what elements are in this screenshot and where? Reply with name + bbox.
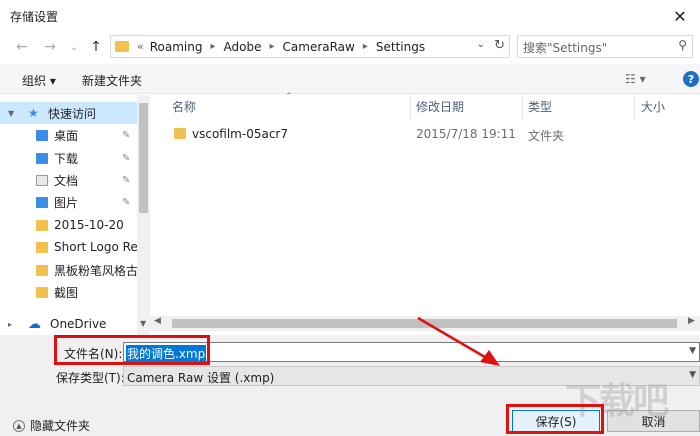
- sidebar-item-desktop[interactable]: 桌面 ✎: [0, 124, 137, 146]
- search-placeholder: 搜索"Settings": [523, 41, 608, 55]
- pin-icon: ✎: [122, 174, 131, 186]
- column-divider[interactable]: [410, 95, 411, 119]
- forward-button[interactable]: →: [40, 38, 60, 56]
- chevron-down-icon[interactable]: ▼: [689, 370, 696, 380]
- sidebar-item-label: 截图: [54, 285, 79, 300]
- title-bar: 存储设置 ✕: [0, 0, 700, 32]
- file-modified: 2015/7/18 19:11: [416, 127, 516, 141]
- sidebar-item-label: Short Logo Rev: [54, 240, 137, 254]
- folder-icon: [36, 241, 48, 253]
- folder-icon: [36, 219, 48, 231]
- sidebar-item-folder[interactable]: Short Logo Rev: [0, 236, 137, 258]
- sidebar-item-documents[interactable]: 文档 ✎: [0, 169, 137, 191]
- chevron-down-icon[interactable]: ▼: [8, 109, 14, 118]
- sidebar-item-label: 文档: [54, 173, 79, 188]
- chevron-down-icon[interactable]: ⌄: [477, 39, 485, 50]
- sidebar-item-folder[interactable]: 2015-10-20: [0, 214, 137, 236]
- star-icon: ★: [28, 106, 39, 120]
- sidebar-item-folder[interactable]: 黑板粉笔风格古诗: [0, 259, 137, 281]
- chevron-right-icon[interactable]: ▸: [210, 41, 215, 52]
- sidebar-item-label: 黑板粉笔风格古诗: [54, 263, 137, 278]
- sidebar-item-quick-access[interactable]: ▼ ★ 快速访问: [0, 102, 137, 124]
- scroll-down-arrow[interactable]: ▼: [140, 319, 146, 328]
- sidebar-item-label: 桌面: [54, 128, 79, 143]
- search-input[interactable]: 搜索"Settings" ⚲: [517, 35, 693, 58]
- hide-folders-toggle[interactable]: ▲ 隐藏文件夹: [13, 417, 90, 434]
- address-bar[interactable]: « Roaming ▸ Adobe ▸ CameraRaw ▸ Settings…: [110, 35, 510, 58]
- folder-icon: [36, 286, 48, 298]
- breadcrumb-cameraraw[interactable]: CameraRaw: [283, 40, 355, 54]
- chevron-down-icon[interactable]: ▼: [689, 346, 696, 356]
- file-list: ⌃ 名称 修改日期 类型 大小 vscofilm-05acr7 2015/7/1…: [150, 92, 700, 335]
- document-icon: [36, 174, 48, 186]
- scroll-left-arrow[interactable]: ◀: [154, 316, 161, 326]
- chevron-right-icon[interactable]: ▸: [8, 320, 12, 329]
- download-icon: [36, 152, 48, 164]
- column-header-size[interactable]: 大小: [641, 98, 665, 115]
- search-icon[interactable]: ⚲: [678, 38, 687, 52]
- sidebar-item-label: 2015-10-20: [54, 218, 124, 232]
- watermark: 下载吧: [565, 381, 669, 422]
- up-button[interactable]: ↑: [86, 38, 106, 56]
- pin-icon: ✎: [122, 129, 131, 141]
- horizontal-scrollbar[interactable]: ◀ ▶: [150, 316, 700, 331]
- folder-icon: [115, 41, 129, 52]
- folder-icon: [174, 128, 186, 139]
- folder-icon: [36, 264, 48, 276]
- close-button[interactable]: ✕: [660, 0, 700, 32]
- view-options-button[interactable]: ☷ ▾: [625, 72, 646, 86]
- pin-icon: ✎: [122, 196, 131, 208]
- desktop-icon: [36, 129, 48, 141]
- scrollbar-thumb[interactable]: [172, 319, 677, 328]
- recent-locations-button[interactable]: ⌄: [64, 38, 84, 56]
- navigation-pane: ▲ ▼ ▼ ★ 快速访问 桌面 ✎ 下载 ✎ 文档 ✎ 图片 ✎ 2015-10…: [0, 95, 150, 335]
- sidebar-item-onedrive[interactable]: ▸ ☁ OneDrive: [0, 313, 137, 335]
- sidebar-item-label: 下载: [54, 151, 79, 166]
- refresh-button[interactable]: ↻: [494, 38, 505, 53]
- hide-folders-label: 隐藏文件夹: [30, 419, 91, 433]
- chevron-right-icon[interactable]: ▸: [269, 41, 274, 52]
- column-header-name[interactable]: 名称: [172, 98, 196, 115]
- pin-icon: ✎: [122, 152, 131, 164]
- column-header-modified[interactable]: 修改日期: [416, 98, 464, 115]
- filename-value[interactable]: 我的调色.xmp: [126, 345, 207, 362]
- breadcrumb-roaming[interactable]: Roaming: [150, 40, 203, 54]
- file-type: 文件夹: [528, 129, 565, 143]
- window-title: 存储设置: [10, 10, 59, 24]
- sidebar-item-folder[interactable]: 截图: [0, 281, 137, 303]
- table-row[interactable]: vscofilm-05acr7 2015/7/18 19:11 文件夹: [150, 123, 700, 145]
- organize-button[interactable]: 组织 ▾: [22, 72, 56, 89]
- filetype-value: Camera Raw 设置 (.xmp): [127, 371, 275, 385]
- sidebar-item-label: 快速访问: [48, 106, 97, 121]
- scroll-right-arrow[interactable]: ▶: [688, 316, 695, 326]
- column-divider[interactable]: [522, 95, 523, 119]
- breadcrumb-adobe[interactable]: Adobe: [224, 40, 262, 54]
- pictures-icon: [36, 196, 48, 208]
- command-bar: 组织 ▾ 新建文件夹 ☷ ▾ ?: [0, 64, 700, 94]
- sidebar-item-pictures[interactable]: 图片 ✎: [0, 191, 137, 213]
- column-header-type[interactable]: 类型: [528, 98, 552, 115]
- filetype-label: 保存类型(T):: [56, 371, 125, 385]
- breadcrumb-settings[interactable]: Settings: [376, 40, 425, 54]
- chevron-right-icon[interactable]: ▸: [363, 41, 368, 52]
- cloud-icon: ☁: [28, 316, 41, 332]
- scrollbar-thumb[interactable]: [139, 103, 148, 213]
- filename-field[interactable]: 我的调色.xmp ▼: [123, 342, 700, 362]
- filename-label: 文件名(N):: [64, 347, 123, 361]
- new-folder-button[interactable]: 新建文件夹: [82, 72, 142, 89]
- sort-ascending-icon: ⌃: [285, 92, 293, 102]
- back-button[interactable]: ←: [12, 38, 32, 56]
- help-icon[interactable]: ?: [683, 71, 699, 87]
- file-name: vscofilm-05acr7: [192, 127, 288, 141]
- sidebar-item-label: 图片: [54, 195, 79, 210]
- sidebar-item-downloads[interactable]: 下载 ✎: [0, 147, 137, 169]
- sidebar-item-label: OneDrive: [50, 317, 107, 331]
- path-overflow[interactable]: «: [137, 40, 144, 53]
- column-divider[interactable]: [634, 95, 635, 119]
- chevron-up-icon: ▲: [13, 419, 25, 432]
